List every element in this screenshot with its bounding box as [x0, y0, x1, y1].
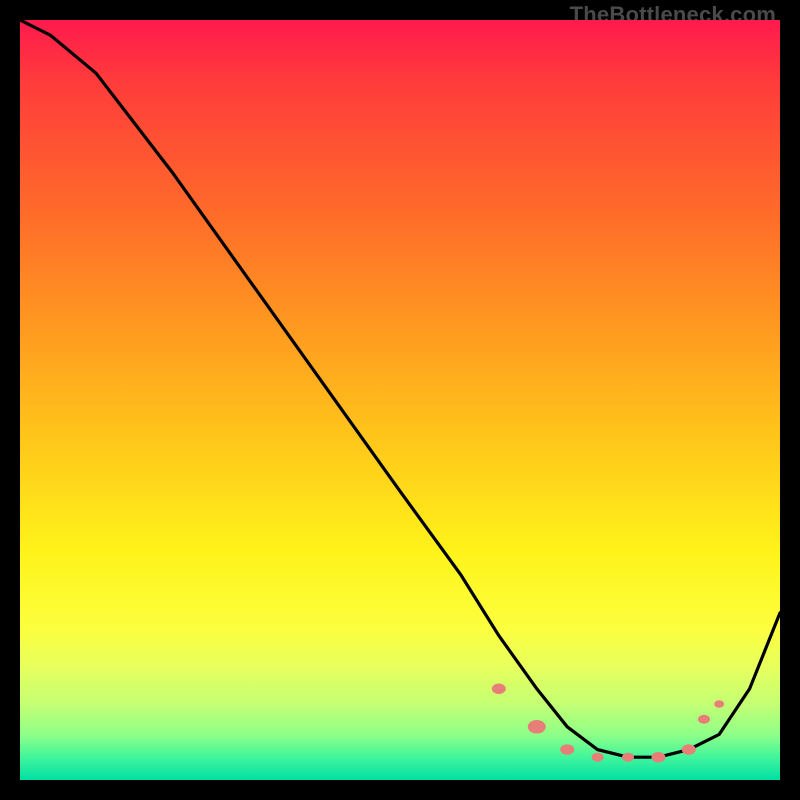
curve-marker	[560, 744, 574, 755]
curve-marker	[698, 715, 710, 724]
curve-marker	[592, 753, 604, 762]
curve-marker	[651, 752, 665, 763]
curve-marker	[492, 684, 506, 695]
bottleneck-curve-path	[20, 20, 780, 757]
curve-marker	[528, 720, 546, 734]
curve-marker	[714, 700, 724, 708]
curve-marker	[622, 753, 634, 762]
bottleneck-curve-svg	[20, 20, 780, 780]
chart-frame	[20, 20, 780, 780]
curve-marker	[682, 744, 696, 755]
